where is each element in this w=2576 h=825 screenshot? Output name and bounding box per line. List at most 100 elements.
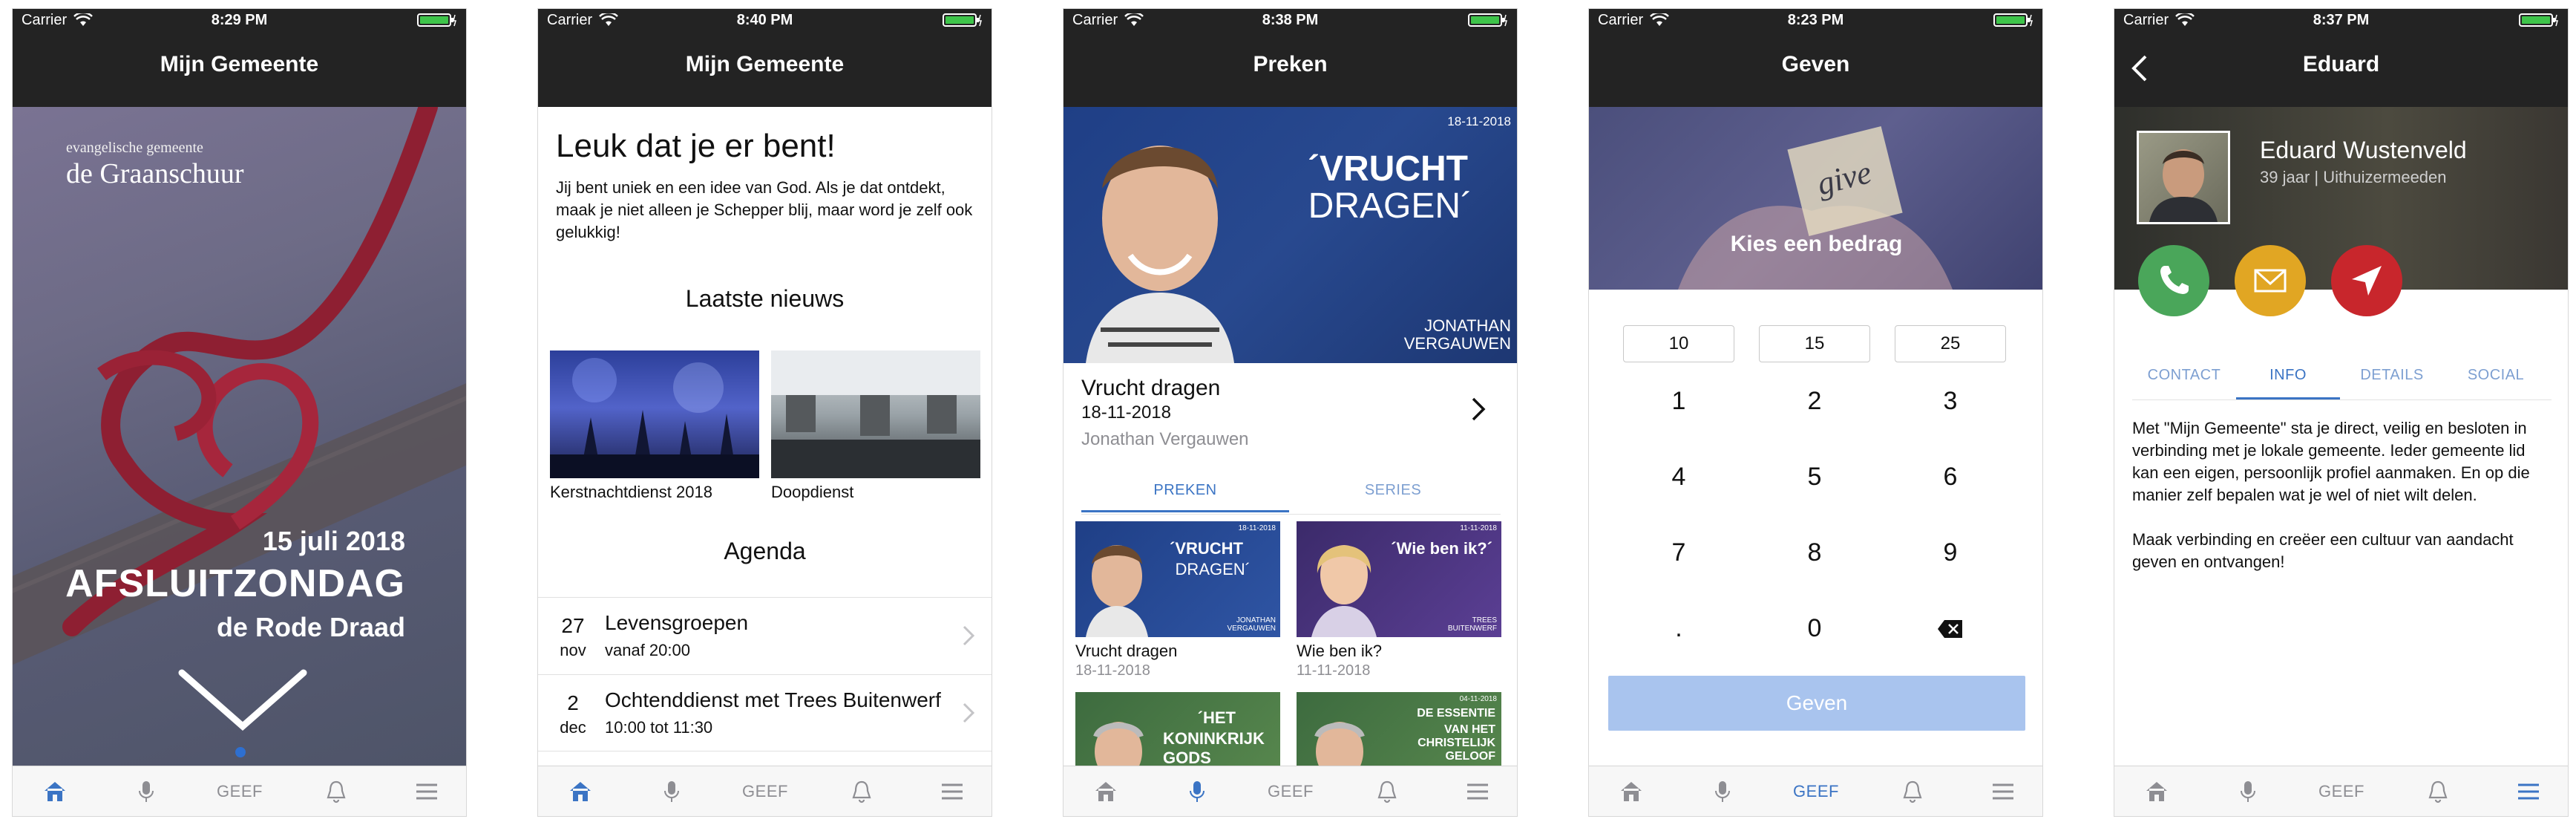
sermon-caption[interactable]: Wie ben ik? [1297,642,1382,661]
tab-geef[interactable]: GEEF [735,766,795,816]
tab-notifications[interactable] [307,766,366,816]
sermon-thumbnail[interactable]: 18-11-2018 ´VRUCHT DRAGEN´ JONATHAN VERG… [1075,521,1280,637]
tab-menu[interactable] [922,766,982,816]
tab-bar: GEEF [538,766,992,816]
battery-icon [943,13,982,27]
profile-meta: 39 jaar | Uithuizermeeden [2260,168,2447,186]
keypad-key[interactable]: 0 [1777,606,1852,650]
thumb-subtitle: KONINKRIJK GODS [1163,729,1265,767]
welcome-text: Jij bent uniek en een idee van God. Als … [556,178,973,241]
tab-sermons[interactable] [642,766,701,816]
thumb-speaker: JONATHAN VERGAUWEN [1227,616,1276,633]
tab-social[interactable]: SOCIAL [2444,350,2548,400]
keypad-key[interactable]: 5 [1777,454,1852,499]
screen-sermons: Carrier 8:38 PM Preken 18-11-2018 ´VRUCH… [1063,8,1518,817]
tab-sermons[interactable] [1693,766,1752,816]
tab-home[interactable] [1602,766,1661,816]
tab-preken[interactable]: PREKEN [1081,468,1289,512]
home-icon [1621,782,1642,801]
page-title: Mijn Gemeente [160,52,319,76]
chevron-down-icon[interactable] [176,667,309,734]
keypad-key[interactable]: 3 [1913,379,1987,423]
tab-sermons[interactable] [117,766,176,816]
tab-bar: GEEF [2114,766,2568,816]
tab-notifications[interactable] [1883,766,1942,816]
news-caption[interactable]: Doopdienst [771,483,853,502]
hero-image[interactable]: evangelische gemeente de Graanschuur 15 … [13,107,466,767]
agenda-time: 10:00 tot 11:30 [605,718,713,737]
home-icon [570,782,591,801]
tab-menu[interactable] [1973,766,2033,816]
tab-home[interactable] [1076,766,1135,816]
screen-home-feed: Carrier 8:40 PM Mijn Gemeente Leuk dat j… [537,8,992,817]
tab-notifications[interactable] [1357,766,1417,816]
tab-geef[interactable]: GEEF [1261,766,1320,816]
amount-option[interactable]: 10 [1623,325,1734,362]
tab-menu[interactable] [397,766,456,816]
keypad-key[interactable]: . [1642,606,1716,650]
battery-icon [2519,13,2558,27]
church-logo: de Graanschuur [66,158,244,189]
speaker-portrait [1311,545,1377,637]
chevron-right-icon [963,702,975,723]
keypad-key[interactable]: 4 [1642,454,1716,499]
news-caption[interactable]: Kerstnachtdienst 2018 [550,483,712,502]
route-button[interactable] [2331,245,2402,316]
tab-geef[interactable]: GEEF [2312,766,2371,816]
giving-banner: give Kies een bedrag [1589,107,2042,290]
agenda-heading: Agenda [724,538,806,564]
tab-info[interactable]: INFO [2236,350,2340,400]
tab-notifications[interactable] [2408,766,2468,816]
keypad-key[interactable]: 1 [1642,379,1716,423]
amount-option[interactable]: 25 [1895,325,2006,362]
tab-sermons[interactable] [2218,766,2278,816]
hands-with-note-illustration: give [1678,126,1953,290]
thumb-date: 11-11-2018 [1460,524,1497,532]
give-button[interactable]: Geven [1608,676,2025,731]
tab-home[interactable] [551,766,610,816]
tab-contact[interactable]: CONTACT [2132,350,2236,400]
page-title: Mijn Gemeente [685,52,845,76]
call-button[interactable] [2138,245,2209,316]
keypad-key[interactable]: 8 [1777,530,1852,575]
thumb-title: DE ESSENTIE [1417,707,1495,720]
thumb-date: 18-11-2018 [1238,524,1276,532]
tab-series[interactable]: SERIES [1289,468,1497,512]
amount-option[interactable]: 15 [1759,325,1870,362]
tab-notifications[interactable] [832,766,891,816]
keypad-key[interactable]: 7 [1642,530,1716,575]
tab-geef[interactable]: GEEF [1786,766,1846,816]
backspace-icon[interactable] [1937,619,1964,639]
sermon-caption-date: 18-11-2018 [1075,662,1150,679]
sermon-thumbnail[interactable]: 11-11-2018 ´Wie ben ik?´ TREES BUITENWER… [1297,521,1501,637]
tab-home[interactable] [2127,766,2186,816]
screen-profile: Carrier 8:37 PM Eduard Eduard Wustenveld… [2114,8,2569,817]
bell-icon [327,780,346,803]
keypad-key[interactable]: 2 [1777,379,1852,423]
agenda-item[interactable]: 2 dec Ochtenddienst met Trees Buitenwerf… [538,674,992,751]
sermon-caption[interactable]: Vrucht dragen [1075,642,1177,661]
tab-bar: GEEF [13,766,466,816]
chevron-right-icon[interactable] [1471,397,1486,422]
keypad-key[interactable]: 6 [1913,454,1987,499]
news-image[interactable] [550,350,759,478]
tab-geef[interactable]: GEEF [210,766,269,816]
tab-menu[interactable] [1448,766,1507,816]
tab-home[interactable] [25,766,85,816]
featured-sermon-banner[interactable]: 18-11-2018 ´VRUCHT DRAGEN´ JONATHAN VERG… [1063,107,1517,363]
page-title: Preken [1253,52,1328,76]
keypad-key[interactable]: 9 [1913,530,1987,575]
sermon-title[interactable]: Vrucht dragen [1081,376,1220,401]
avatar[interactable] [2137,131,2230,224]
tab-menu[interactable] [2499,766,2558,816]
page-indicator [235,747,246,757]
status-bar: Carrier 8:40 PM [538,9,992,31]
home-icon [2146,782,2167,801]
event-subtitle: de Rode Draad [216,612,405,642]
agenda-item[interactable]: 27 nov Levensgroepen vanaf 20:00 [538,597,992,674]
news-image[interactable] [771,350,980,478]
tab-sermons[interactable] [1167,766,1227,816]
email-button[interactable] [2235,245,2306,316]
tab-details[interactable]: DETAILS [2340,350,2444,400]
event-title: AFSLUITZONDAG [65,562,405,605]
